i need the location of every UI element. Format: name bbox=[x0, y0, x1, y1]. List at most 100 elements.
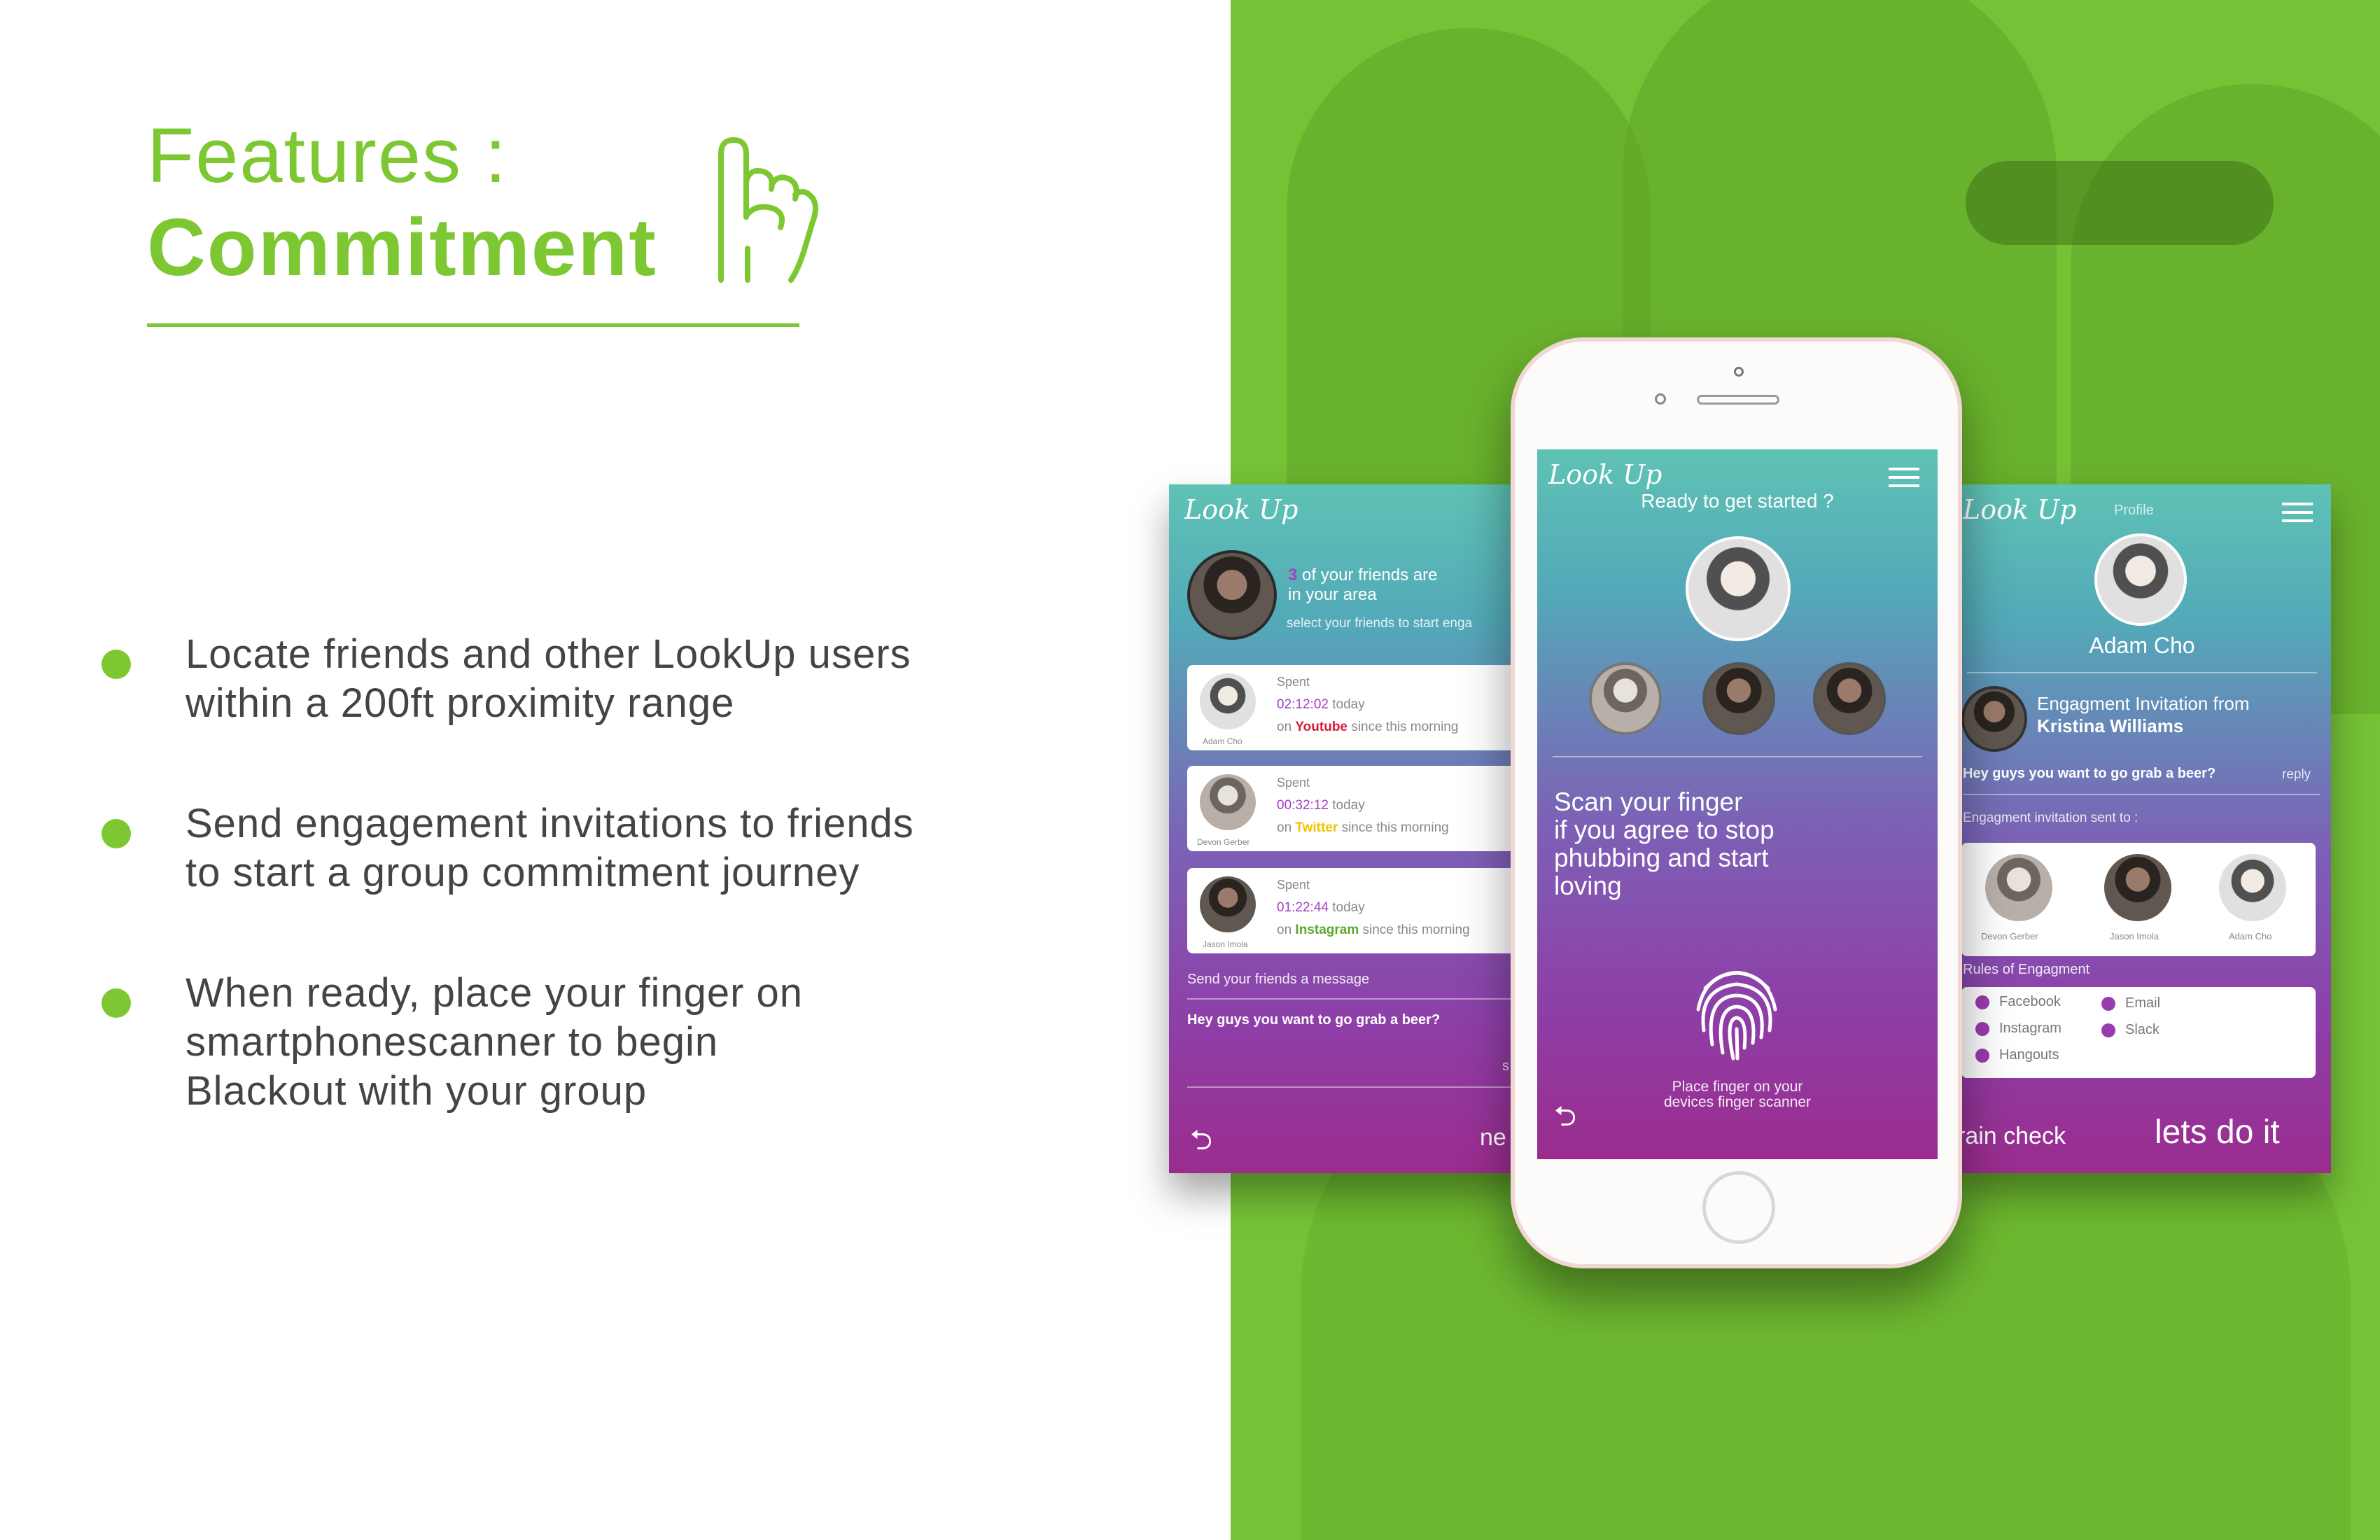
feature-text: Send engagement invitations to friends t… bbox=[186, 801, 914, 895]
smartphone-mockup: Look Up Ready to get started ? Scan your… bbox=[1511, 337, 1962, 1268]
friend-avatar[interactable] bbox=[1589, 662, 1662, 735]
feature-text: When ready, place your finger on smartph… bbox=[186, 970, 804, 1114]
friend-card[interactable]: Adam Cho Spent 02:12:02 today on Youtube… bbox=[1187, 665, 1533, 750]
recipient-name: Devon Gerber bbox=[1981, 931, 2038, 941]
rule-dot-icon bbox=[2101, 996, 2115, 1011]
rain-check-button[interactable]: rain check bbox=[1957, 1123, 2066, 1150]
rule-dot-icon bbox=[1975, 1048, 1989, 1063]
rules-card: Facebook Instagram Hangouts Email Slack bbox=[1961, 987, 2316, 1078]
sent-to-label: Engagment invitation sent to : bbox=[1963, 811, 2138, 825]
friend-avatar bbox=[1198, 773, 1257, 832]
rule-item[interactable]: Instagram bbox=[1975, 1021, 2062, 1037]
rule-item[interactable]: Hangouts bbox=[1975, 1047, 2059, 1063]
invitation-message: Hey guys you want to go grab a beer? bbox=[1963, 766, 2216, 781]
feature-heading: Features : Commitment bbox=[147, 112, 657, 294]
heading-line-1: Features : bbox=[147, 113, 508, 199]
lets-do-it-button[interactable]: lets do it bbox=[2155, 1113, 2280, 1152]
menu-icon[interactable] bbox=[2282, 503, 2313, 522]
friend-avatar[interactable] bbox=[1813, 662, 1886, 735]
recipient-name: Adam Cho bbox=[2229, 931, 2272, 941]
rule-item[interactable]: Facebook bbox=[1975, 994, 2061, 1010]
app-logo: Look Up bbox=[1963, 494, 2077, 525]
bullet-dot-icon bbox=[102, 650, 131, 679]
heading-underline bbox=[147, 323, 799, 327]
user-avatar[interactable] bbox=[1187, 550, 1277, 640]
time-spent: 00:32:12 today bbox=[1277, 798, 1365, 813]
home-button[interactable] bbox=[1702, 1171, 1775, 1244]
friend-avatar[interactable] bbox=[1702, 662, 1775, 735]
recipient-avatar[interactable] bbox=[2218, 853, 2288, 923]
rule-item[interactable]: Slack bbox=[2101, 1022, 2160, 1038]
next-button[interactable]: ne bbox=[1480, 1124, 1506, 1152]
message-input[interactable]: Hey guys you want to go grab a beer? bbox=[1187, 1012, 1523, 1028]
menu-icon[interactable] bbox=[1889, 468, 1919, 487]
screen-header: Profile bbox=[2114, 503, 2154, 518]
profile-avatar[interactable] bbox=[2094, 533, 2187, 626]
app-usage: on Youtube since this morning bbox=[1277, 720, 1459, 734]
rule-item[interactable]: Email bbox=[2101, 995, 2160, 1011]
invitation-from-name: Kristina Williams bbox=[2037, 715, 2184, 736]
rules-label: Rules of Engagment bbox=[1963, 962, 2090, 977]
profile-invitation-screen: Look Up Profile Adam Cho Engagment Invit… bbox=[1953, 484, 2331, 1173]
spent-label: Spent bbox=[1277, 776, 1310, 790]
friend-name: Devon Gerber bbox=[1197, 837, 1250, 847]
app-logo: Look Up bbox=[1184, 494, 1298, 525]
back-icon[interactable]: ⮌ bbox=[1190, 1120, 1212, 1168]
time-spent: 02:12:02 today bbox=[1277, 697, 1365, 712]
bullet-dot-icon bbox=[102, 988, 131, 1018]
bullet-dot-icon bbox=[102, 819, 131, 848]
spent-label: Spent bbox=[1277, 675, 1310, 689]
send-button[interactable]: s bbox=[1502, 1058, 1509, 1074]
recipient-name: Jason Imola bbox=[2110, 931, 2160, 941]
rule-dot-icon bbox=[2101, 1023, 2115, 1037]
divider bbox=[1967, 672, 2317, 673]
pinky-promise-hand-icon bbox=[718, 137, 818, 283]
proximity-sensor bbox=[1655, 393, 1666, 405]
heading-line-2: Commitment bbox=[147, 201, 657, 293]
reply-button[interactable]: reply bbox=[2282, 767, 2311, 783]
friends-count: 3 bbox=[1288, 566, 1298, 584]
app-usage: on Instagram since this morning bbox=[1277, 923, 1470, 937]
friends-in-area-text: 3 of your friends are in your area bbox=[1288, 566, 1437, 605]
select-hint: select your friends to start enga bbox=[1287, 616, 1473, 631]
feature-text: Locate friends and other LookUp users wi… bbox=[186, 631, 911, 726]
feature-list: Locate friends and other LookUp users wi… bbox=[102, 630, 1152, 1187]
back-icon[interactable]: ⮌ bbox=[1554, 1096, 1576, 1144]
photo-sunglasses bbox=[1966, 161, 2274, 245]
earpiece-speaker bbox=[1697, 395, 1779, 405]
feature-item: Locate friends and other LookUp users wi… bbox=[102, 630, 1152, 728]
front-camera bbox=[1734, 367, 1744, 377]
divider bbox=[1553, 756, 1922, 757]
recipient-avatar[interactable] bbox=[1984, 853, 2054, 923]
rule-dot-icon bbox=[1975, 995, 1989, 1009]
friends-text-2: in your area bbox=[1288, 585, 1377, 604]
recipient-avatar[interactable] bbox=[2103, 853, 2173, 923]
invitation-from-label: Engagment Invitation from bbox=[2037, 693, 2250, 714]
feature-item: Send engagement invitations to friends t… bbox=[102, 799, 1152, 897]
app-usage: on Twitter since this morning bbox=[1277, 820, 1449, 835]
rule-dot-icon bbox=[1975, 1021, 1989, 1036]
screen-title: Ready to get started ? bbox=[1641, 490, 1834, 512]
user-avatar[interactable] bbox=[1686, 536, 1791, 641]
feature-item: When ready, place your finger on smartph… bbox=[102, 969, 1152, 1116]
divider bbox=[1963, 794, 2320, 795]
fingerprint-icon[interactable] bbox=[1684, 960, 1789, 1065]
app-logo: Look Up bbox=[1548, 459, 1662, 490]
friend-card[interactable]: Jason Imola Spent 01:22:44 today on Inst… bbox=[1187, 868, 1533, 953]
friend-name: Jason Imola bbox=[1203, 939, 1248, 949]
friend-name: Adam Cho bbox=[1203, 736, 1242, 746]
friends-text-1: of your friends are bbox=[1302, 566, 1438, 584]
fingerprint-scan-screen: Look Up Ready to get started ? Scan your… bbox=[1537, 449, 1938, 1159]
inviter-avatar[interactable] bbox=[1961, 686, 2027, 752]
recipients-card: Devon Gerber Jason Imola Adam Cho bbox=[1961, 843, 2316, 956]
spent-label: Spent bbox=[1277, 878, 1310, 892]
friends-nearby-screen: Look Up 3 of your friends are in your ar… bbox=[1169, 484, 1533, 1173]
time-spent: 01:22:44 today bbox=[1277, 900, 1365, 915]
finger-hint: Place finger on your devices finger scan… bbox=[1663, 1079, 1812, 1110]
divider bbox=[1187, 998, 1523, 1000]
message-label: Send your friends a message bbox=[1187, 972, 1370, 987]
profile-name: Adam Cho bbox=[2089, 633, 2195, 658]
friend-card[interactable]: Devon Gerber Spent 00:32:12 today on Twi… bbox=[1187, 766, 1533, 851]
friend-avatar bbox=[1198, 672, 1257, 731]
friend-avatar bbox=[1198, 875, 1257, 934]
